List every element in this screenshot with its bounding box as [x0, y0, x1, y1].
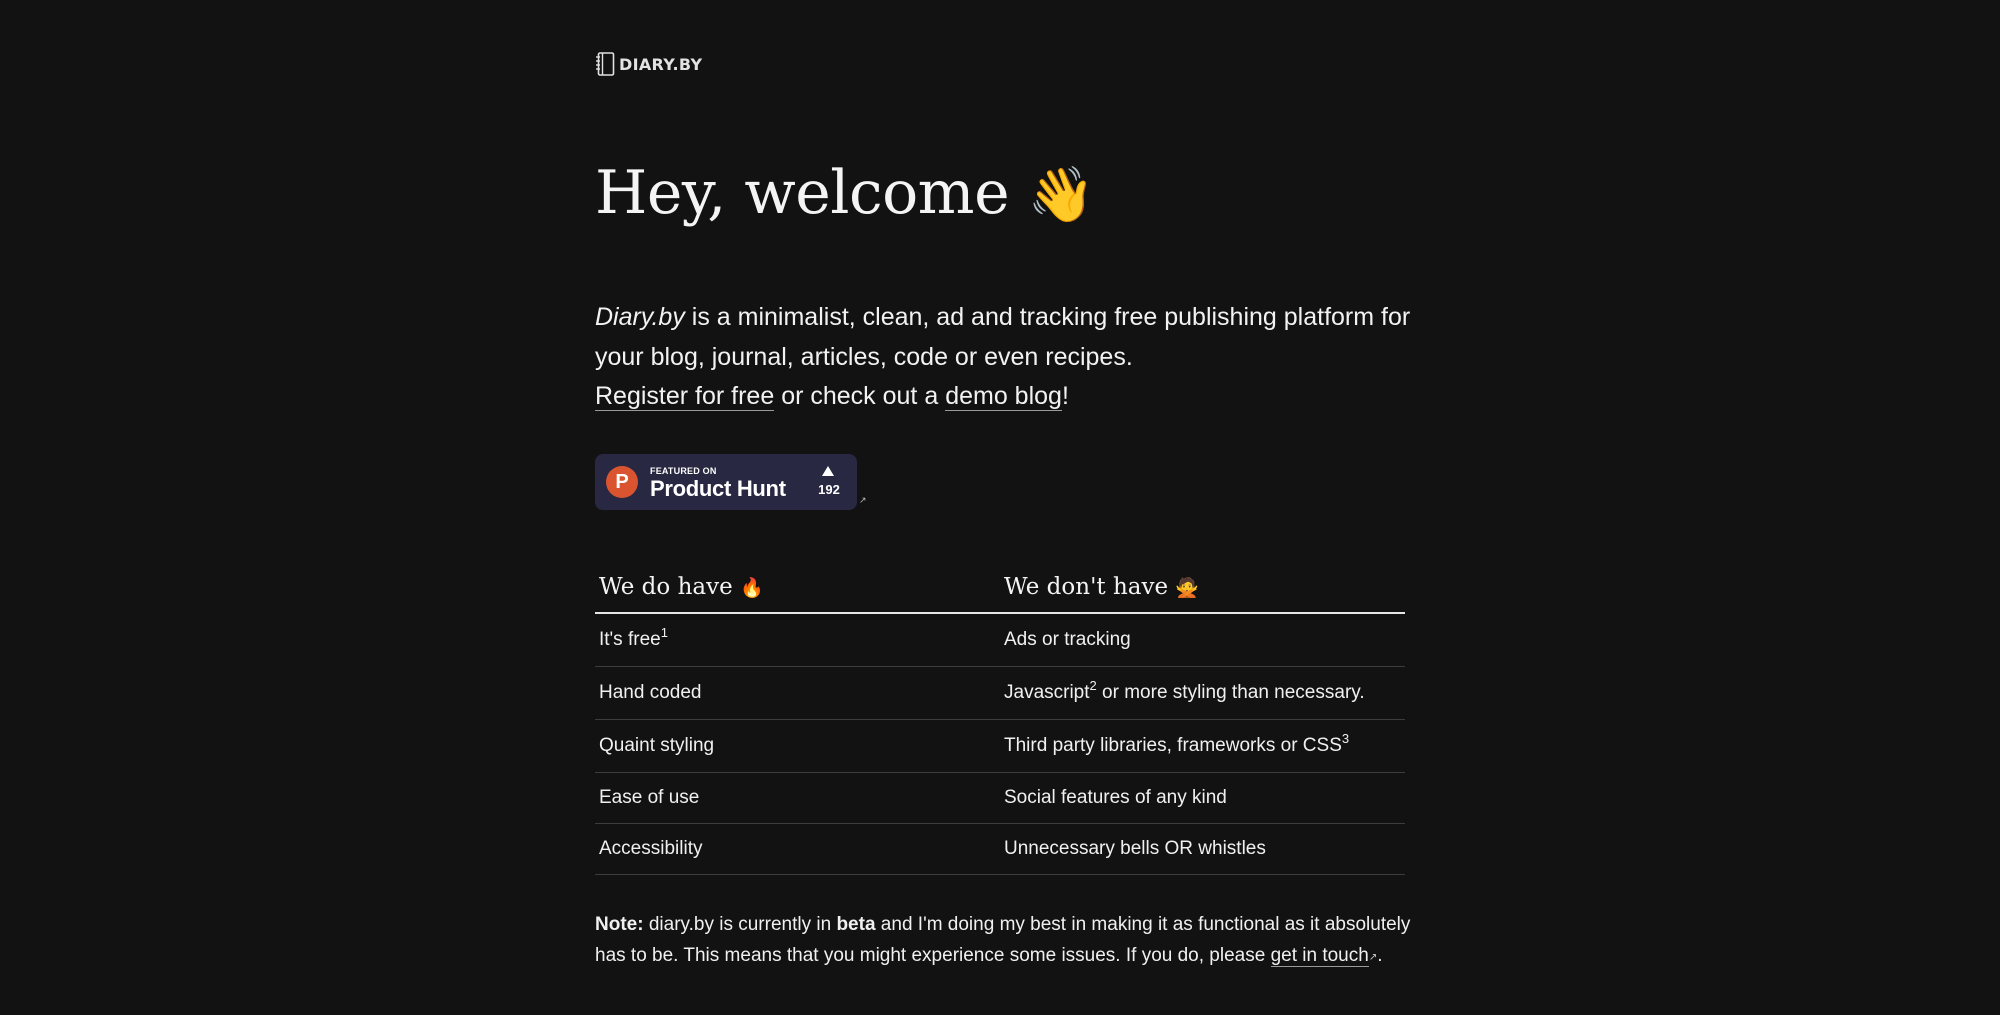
page-title: Hey, welcome 👋 [595, 150, 1095, 238]
we-dont-have-label: We don't have [1004, 574, 1169, 600]
dont-cell: Unnecessary bells OR whistles [1000, 823, 1405, 875]
table-row: It's free1 Ads or tracking [595, 613, 1405, 667]
dont-text: Unnecessary bells OR whistles [1004, 838, 1266, 859]
dont-text: Third party libraries, frameworks or CSS [1004, 735, 1342, 756]
notebook-icon [596, 52, 615, 76]
table-row: Hand coded Javascript2 or more styling t… [595, 666, 1405, 720]
intro-middle-text: or check out a [774, 382, 946, 410]
upvote-arrow-icon [822, 466, 834, 476]
we-dont-have-header: We don't have 🙅 [1000, 562, 1405, 614]
have-text: Hand coded [599, 682, 702, 703]
beta-label: beta [836, 914, 876, 935]
dont-cell: Social features of any kind [1000, 772, 1405, 824]
ph-featured-label: FEATURED ON [650, 466, 717, 476]
have-text: Accessibility [599, 838, 703, 859]
have-cell: Hand coded [595, 666, 1000, 720]
dont-text: Social features of any kind [1004, 787, 1227, 808]
ph-upvote-count: 192 [818, 482, 840, 497]
have-cell: Accessibility [595, 823, 1000, 875]
dont-text: Javascript [1004, 682, 1090, 703]
table-row: Accessibility Unnecessary bells OR whist… [595, 823, 1405, 875]
beta-note: Note: diary.by is currently in beta and … [595, 910, 1415, 971]
dont-cell: Third party libraries, frameworks or CSS… [1000, 719, 1405, 773]
intro-end-text: ! [1061, 382, 1069, 410]
have-text: Ease of use [599, 787, 700, 808]
footnote-ref[interactable]: 1 [661, 625, 668, 640]
get-in-touch-link[interactable]: get in touch [1270, 944, 1369, 967]
dont-text-after: or more styling than necessary. [1096, 682, 1365, 703]
external-link-icon: ↗ [859, 496, 867, 506]
waving-hand-icon: 👋 [1027, 163, 1095, 226]
intro-text: is a minimalist, clean, ad and tracking … [595, 303, 1411, 371]
dont-cell: Javascript2 or more styling than necessa… [1000, 666, 1405, 720]
note-label: Note: [595, 914, 644, 935]
external-link-icon: ↗ [1368, 951, 1378, 963]
logo-text: DIARY.BY [619, 54, 703, 74]
have-text: Quaint styling [599, 735, 715, 756]
have-text: It's free [599, 629, 661, 650]
product-hunt-logo-icon: P [606, 466, 638, 498]
ph-name-label: Product Hunt [650, 476, 786, 501]
intro-paragraph: Diary.by is a minimalist, clean, ad and … [595, 298, 1415, 417]
no-gesture-icon: 🙅 [1175, 577, 1200, 599]
we-do-have-header: We do have 🔥 [595, 562, 1000, 614]
footnote-ref[interactable]: 3 [1342, 731, 1349, 746]
have-cell: Ease of use [595, 772, 1000, 824]
we-do-have-label: We do have [599, 574, 733, 600]
footnote-ref[interactable]: 2 [1090, 678, 1097, 693]
table-row: Quaint styling Third party libraries, fr… [595, 719, 1405, 773]
dont-cell: Ads or tracking [1000, 613, 1405, 667]
register-link[interactable]: Register for free [595, 382, 775, 411]
have-cell: Quaint styling [595, 719, 1000, 773]
note-text-1: diary.by is currently in [643, 914, 837, 935]
table-row: Ease of use Social features of any kind [595, 772, 1405, 824]
note-end: . [1377, 944, 1383, 966]
brand-name: Diary.by [595, 303, 685, 331]
demo-blog-link[interactable]: demo blog [945, 382, 1062, 411]
features-table: We do have 🔥 We don't have 🙅 It's free1 … [595, 562, 1405, 875]
fire-icon: 🔥 [740, 577, 764, 599]
dont-text: Ads or tracking [1004, 629, 1131, 650]
page: DIARY.BY Hey, welcome 👋 Diary.by is a mi… [0, 0, 2000, 1015]
have-cell: It's free1 [595, 613, 1000, 667]
table-header-row: We do have 🔥 We don't have 🙅 [595, 562, 1405, 614]
page-title-text: Hey, welcome [595, 158, 1010, 228]
product-hunt-badge[interactable]: P FEATURED ON Product Hunt 192 [595, 454, 857, 510]
site-logo-link[interactable]: DIARY.BY [595, 52, 702, 76]
